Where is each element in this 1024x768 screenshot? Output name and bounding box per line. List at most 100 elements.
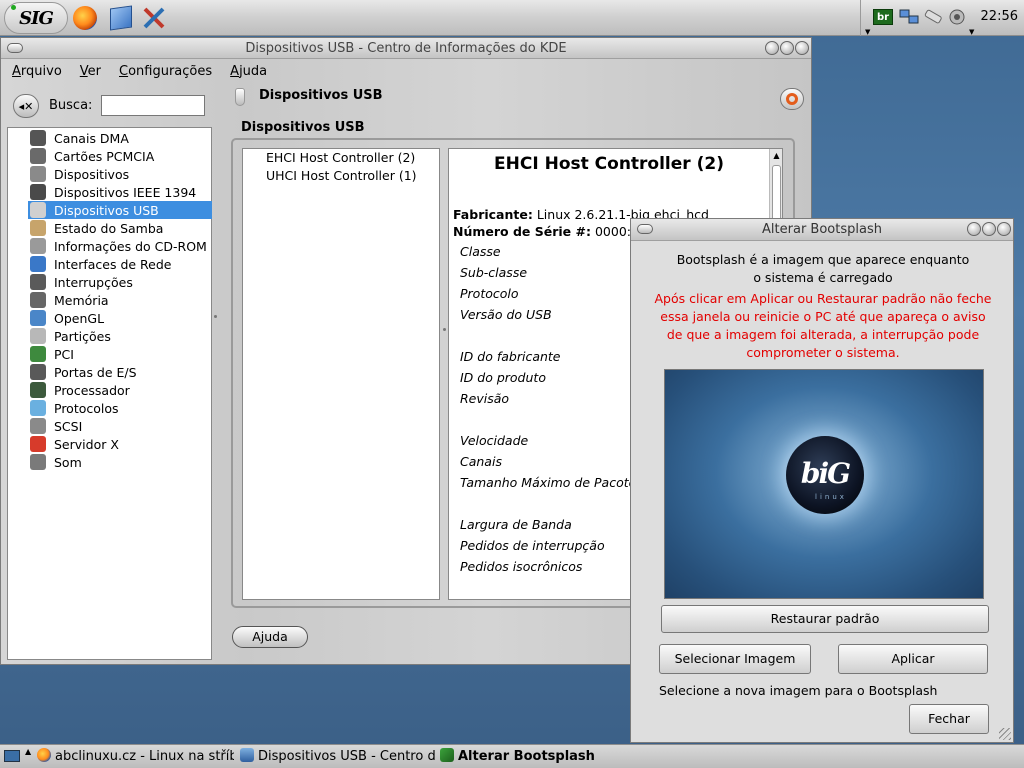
maximize-button[interactable] <box>780 41 794 55</box>
window-titlebar[interactable]: Dispositivos USB - Centro de Informações… <box>1 38 811 59</box>
sig-orb-logo: biG <box>786 436 864 514</box>
close-button[interactable] <box>997 222 1011 236</box>
sig-logo-text: SIG <box>19 7 54 29</box>
module-item[interactable]: Som <box>28 453 212 471</box>
task-bootsplash[interactable]: Alterar Bootsplash <box>440 747 740 767</box>
firefox-launcher[interactable] <box>70 3 100 33</box>
chip-icon <box>30 130 46 146</box>
module-label: Informações do CD-ROM <box>54 238 207 254</box>
scroll-up-arrow-icon[interactable]: ▲ <box>770 149 782 162</box>
close-dialog-button[interactable]: Fechar <box>909 704 989 734</box>
home-folder-icon <box>110 5 132 31</box>
window-buttons <box>765 41 809 56</box>
menu-bar: Arquivo Ver Configurações Ajuda <box>1 62 274 82</box>
restore-default-button[interactable]: Restaurar padrão <box>661 605 989 633</box>
module-item[interactable]: Canais DMA <box>28 129 212 147</box>
description-line-1: Bootsplash é a imagem que aparece enquan… <box>676 252 970 267</box>
search-input[interactable] <box>101 95 205 116</box>
module-list[interactable]: Canais DMA Cartões PCMCIA Dispositivos Disp… <box>7 127 212 660</box>
dialog-titlebar[interactable]: Alterar Bootsplash <box>631 219 1013 241</box>
chevron-up-icon[interactable]: ▲ <box>25 747 31 756</box>
clock[interactable]: 22:56 <box>981 9 1018 24</box>
controller-item-ehci[interactable]: EHCI Host Controller (2) <box>266 150 415 165</box>
tools-launcher[interactable] <box>139 3 169 33</box>
window-menu-button[interactable] <box>7 43 23 53</box>
resize-grip[interactable] <box>999 728 1011 740</box>
kinfocenter-icon <box>240 748 254 762</box>
x-server-icon <box>30 436 46 452</box>
window-menu-button[interactable] <box>637 224 653 234</box>
protocols-icon <box>30 400 46 416</box>
keyboard-layout-indicator[interactable]: br <box>873 9 893 25</box>
module-item[interactable]: Memória <box>28 291 212 309</box>
apply-button[interactable]: Aplicar <box>838 644 988 674</box>
pci-icon <box>30 346 46 362</box>
help-lifebuoy-icon[interactable] <box>780 88 804 110</box>
devices-icon <box>30 166 46 182</box>
minimize-button[interactable] <box>967 222 981 236</box>
controller-list[interactable]: EHCI Host Controller (2) UHCI Host Contr… <box>242 148 440 600</box>
menu-ajuda[interactable]: Ajuda <box>219 62 274 82</box>
splash-preview-image: biG linux <box>664 369 984 599</box>
info-field-label: Classe <box>460 244 501 259</box>
module-item[interactable]: SCSI <box>28 417 212 435</box>
clear-icon: ◂✕ <box>18 99 34 113</box>
splitter-handle[interactable] <box>443 328 446 331</box>
module-label: Cartões PCMCIA <box>54 148 155 164</box>
module-item[interactable]: Dispositivos USB <box>28 201 212 219</box>
controller-item-uhci[interactable]: UHCI Host Controller (1) <box>266 168 417 183</box>
close-button[interactable] <box>795 41 809 55</box>
module-label: Partições <box>54 328 111 344</box>
scroll-thumb[interactable] <box>772 165 781 225</box>
network-icon[interactable] <box>899 9 919 25</box>
task-kinfocenter[interactable]: Dispositivos USB - Centro de Informações… <box>240 747 436 767</box>
module-label: Servidor X <box>54 436 119 452</box>
menu-configuracoes[interactable]: Configurações <box>108 62 219 82</box>
task-firefox[interactable]: abclinuxu.cz - Linux na stříbrném podnos… <box>37 747 234 767</box>
module-item[interactable]: Partições <box>28 327 212 345</box>
info-field-label: Protocolo <box>460 286 519 301</box>
module-item[interactable]: PCI <box>28 345 212 363</box>
clear-search-button[interactable]: ◂✕ <box>13 94 39 118</box>
module-label: Protocolos <box>54 400 119 416</box>
select-image-button[interactable]: Selecionar Imagem <box>659 644 811 674</box>
module-item[interactable]: Portas de E/S <box>28 363 212 381</box>
show-desktop-icon[interactable] <box>4 750 20 762</box>
firewire-icon <box>30 184 46 200</box>
chevron-down-icon[interactable]: ▼ <box>865 28 870 36</box>
menu-arquivo[interactable]: Arquivo <box>1 62 69 82</box>
cpu-icon <box>30 382 46 398</box>
module-item[interactable]: Interfaces de Rede <box>28 255 212 273</box>
module-item[interactable]: Dispositivos IEEE 1394 <box>28 183 212 201</box>
group-title: Dispositivos USB <box>241 120 365 135</box>
usb-drive-icon[interactable] <box>923 9 943 25</box>
module-item[interactable]: Servidor X <box>28 435 212 453</box>
module-item[interactable]: Processador <box>28 381 212 399</box>
task-label: Dispositivos USB - Centro de Informações… <box>258 749 436 764</box>
module-item[interactable]: Dispositivos <box>28 165 212 183</box>
volume-icon[interactable] <box>947 9 967 25</box>
info-field-label: Pedidos isocrônicos <box>460 559 583 574</box>
info-field-label: Versão do USB <box>460 307 552 322</box>
module-item[interactable]: Cartões PCMCIA <box>28 147 212 165</box>
home-launcher[interactable] <box>106 3 136 33</box>
help-button[interactable]: Ajuda <box>232 626 308 648</box>
system-tray: br ▼ ▼ 22:56 <box>860 0 1024 36</box>
search-label: Busca: <box>49 98 93 113</box>
orb-logo-text: biG <box>800 457 851 490</box>
module-item[interactable]: Estado do Samba <box>28 219 212 237</box>
partition-icon <box>30 328 46 344</box>
module-label: Interrupções <box>54 274 133 290</box>
module-item[interactable]: Protocolos <box>28 399 212 417</box>
module-label: SCSI <box>54 418 83 434</box>
serial-label: Número de Série #: <box>453 224 591 239</box>
maximize-button[interactable] <box>982 222 996 236</box>
splitter-handle[interactable] <box>214 315 217 318</box>
module-item[interactable]: Interrupções <box>28 273 212 291</box>
module-item[interactable]: OpenGL <box>28 309 212 327</box>
module-item[interactable]: Informações do CD-ROM <box>28 237 212 255</box>
minimize-button[interactable] <box>765 41 779 55</box>
menu-ver[interactable]: Ver <box>69 62 108 82</box>
chevron-down-icon[interactable]: ▼ <box>969 28 974 36</box>
module-label: Dispositivos USB <box>54 202 159 218</box>
